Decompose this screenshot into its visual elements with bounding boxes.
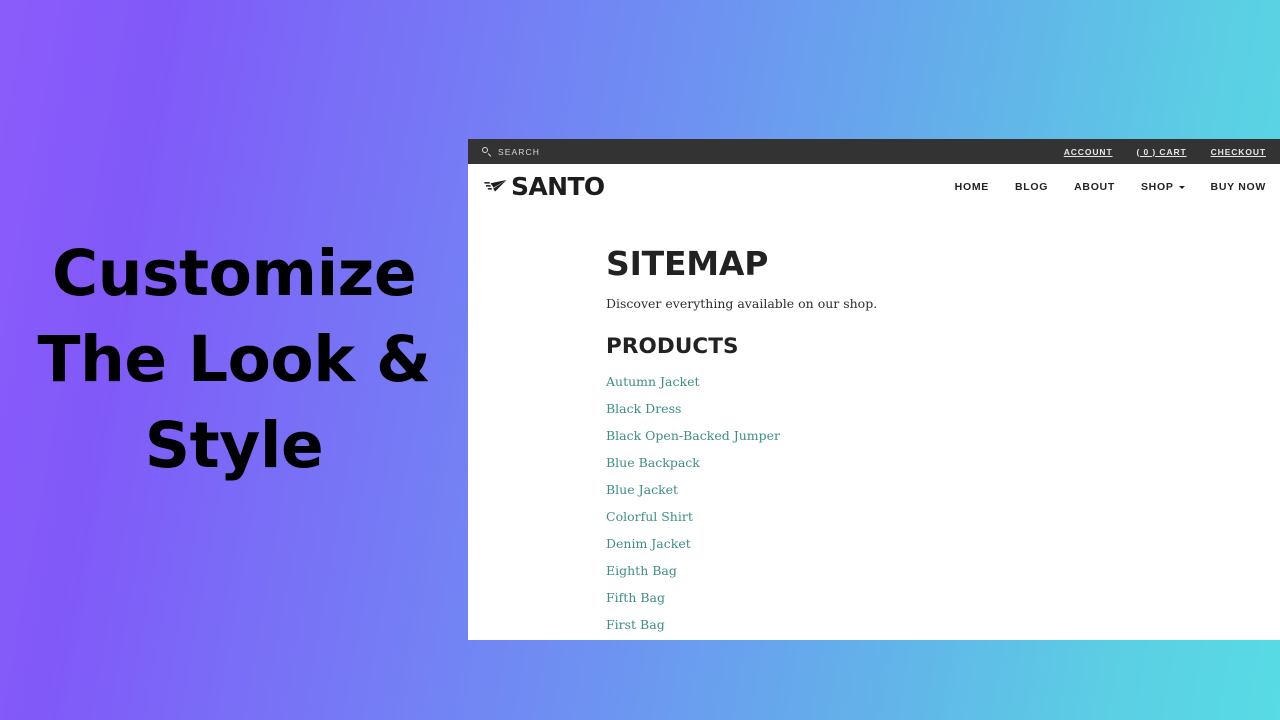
utility-links: ACCOUNT ( 0 ) CART CHECKOUT [1064,147,1280,157]
page-body: SITEMAP Discover everything available on… [468,209,1280,640]
list-item: Black Dress [606,401,1280,417]
main-nav: HOME BLOG ABOUT SHOP BUY NOW [955,181,1266,193]
list-item: Blue Jacket [606,482,1280,498]
nav-item-home-label: HOME [954,180,989,193]
nav-item-shop-label: SHOP [1140,180,1174,193]
nav-item-buy-now-label: BUY NOW [1210,180,1266,193]
list-item: Autumn Jacket [606,374,1280,390]
list-item: Fifth Bag [606,590,1280,606]
search-label: SEARCH [498,146,541,157]
product-link[interactable]: Eighth Bag [606,563,677,578]
page-title: SITEMAP [606,244,769,283]
list-item: Denim Jacket [606,536,1280,552]
page-lede: Discover everything available on our sho… [606,296,878,311]
product-link[interactable]: Colorful Shirt [606,509,693,524]
nav-item-shop[interactable]: SHOP [1141,181,1185,193]
list-item: First Bag [606,617,1280,633]
brand-name: SANTO [511,172,605,201]
search-input[interactable]: SEARCH [482,147,540,157]
utility-bar: SEARCH ACCOUNT ( 0 ) CART CHECKOUT [468,139,1280,164]
brand-logo[interactable]: SANTO [484,174,605,199]
promo-panel: Customize The Look & Style [0,0,468,720]
search-icon [482,147,491,156]
product-link[interactable]: Blue Backpack [606,455,700,470]
list-item: Blue Backpack [606,455,1280,471]
product-link[interactable]: Blue Jacket [606,482,678,497]
account-link[interactable]: ACCOUNT [1064,147,1113,157]
nav-item-home[interactable]: HOME [955,181,989,193]
product-link[interactable]: Black Dress [606,401,681,416]
promo-headline: Customize The Look & Style [37,237,431,482]
cart-link[interactable]: ( 0 ) CART [1137,147,1187,157]
product-link[interactable]: Autumn Jacket [606,374,700,389]
checkout-link[interactable]: CHECKOUT [1211,147,1266,157]
nav-item-blog[interactable]: BLOG [1015,181,1048,193]
site-header: SANTO HOME BLOG ABOUT SHOP BUY NOW [468,164,1280,209]
nav-item-about-label: ABOUT [1074,180,1115,193]
product-link-list: Autumn Jacket Black Dress Black Open-Bac… [606,374,1280,641]
product-link[interactable]: Fifth Bag [606,590,665,605]
product-link[interactable]: Denim Jacket [606,536,691,551]
product-link[interactable]: First Bag [606,617,665,632]
nav-item-about[interactable]: ABOUT [1074,181,1115,193]
product-link[interactable]: Black Open-Backed Jumper [606,428,780,443]
nav-item-buy-now[interactable]: BUY NOW [1211,181,1266,193]
paper-plane-icon [484,179,507,192]
list-item: Colorful Shirt [606,509,1280,525]
site-preview-panel: SEARCH ACCOUNT ( 0 ) CART CHECKOUT SANTO [468,139,1280,640]
list-item: Black Open-Backed Jumper [606,428,1280,444]
list-item: Eighth Bag [606,563,1280,579]
section-title-products: PRODUCTS [606,334,739,359]
nav-item-blog-label: BLOG [1014,180,1049,193]
screenshot-stage: Customize The Look & Style SEARCH ACCOUN… [0,0,1280,720]
chevron-down-icon [1178,186,1185,189]
